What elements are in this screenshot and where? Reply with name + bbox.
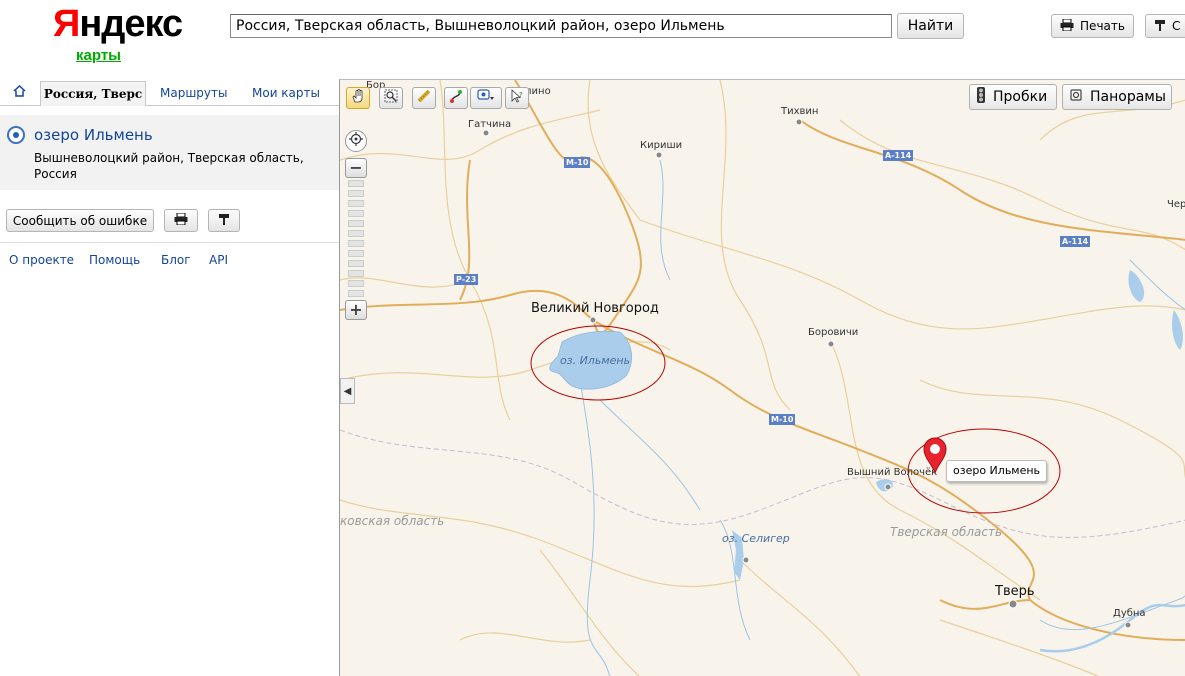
city-label-veliky-novgorod: Великий Новгород [531,301,659,316]
footer-link-help[interactable]: Помощь [89,253,140,267]
city-label-cher: Чер [1167,199,1185,210]
divider [0,242,339,243]
placemark-icon [477,89,495,107]
tab-routes[interactable]: Маршруты [160,81,228,105]
tab-home[interactable] [5,81,33,105]
city-label-tver: Тверь [995,584,1035,599]
result-address: Вышневолоцкий район, Тверская область, Р… [34,151,304,181]
link-button[interactable]: С [1145,14,1185,38]
ruler-tool-button[interactable] [412,87,436,109]
tab-my-maps[interactable]: Мои карты [252,81,320,105]
panorama-layer-button[interactable]: Панорамы [1062,84,1172,110]
cursor-question-icon: ? [510,89,524,107]
locate-button[interactable] [345,130,367,152]
road-shield-a114-west: А-114 [883,150,914,161]
city-label-borovichi: Боровичи [808,327,859,338]
print-result-button[interactable] [164,209,198,232]
add-placemark-tool-button[interactable] [470,87,502,109]
link-label: С [1172,19,1181,33]
traffic-layer-button[interactable]: Пробки [969,84,1057,110]
road-shield-m10-north: М-10 [564,157,591,168]
pushpin-icon [1154,19,1166,34]
footer-link-api[interactable]: API [209,253,228,267]
ruler-icon [417,89,431,107]
link-result-button[interactable] [208,209,240,232]
zoom-in-button[interactable]: + [345,300,367,320]
printer-icon [174,212,188,229]
magnifier-icon [384,89,398,107]
lake-label-ilmen: оз. Ильмень [560,354,631,367]
map-background [340,80,1185,676]
zoom-slider[interactable] [348,180,364,317]
traffic-light-icon [977,87,985,107]
tab-current-search[interactable]: Россия, Тверс [40,81,146,106]
map-pin-icon[interactable] [922,436,948,478]
road-shield-a114-east: А-114 [1060,236,1091,247]
region-label-tver: Тверская область [890,525,1003,539]
panorama-label: Панорамы [1090,89,1166,105]
route-icon [449,89,463,107]
logo-first-letter: Я [53,3,80,45]
maps-logo-link[interactable]: карты [76,47,121,64]
info-tool-button[interactable]: ? [505,87,529,109]
footer-link-blog[interactable]: Блог [161,253,191,267]
crosshair-icon [349,132,363,150]
search-input[interactable] [230,14,892,38]
chevron-left-icon: ◀ [343,385,352,397]
city-label-gatchina: Гатчина [468,119,512,130]
print-button[interactable]: Печать [1051,14,1134,38]
search-result[interactable]: озеро Ильмень Вышневолоцкий район, Тверс… [0,115,339,190]
camera-icon [1070,88,1082,106]
placemark-balloon[interactable]: озеро Ильмень [946,460,1048,482]
road-shield-m10-south: М-10 [769,414,796,425]
footer-link-about[interactable]: О проекте [9,253,74,267]
map-canvas[interactable]: Бор пино Гатчина Кириши Тихвин Великий Н… [339,79,1185,676]
sidebar-tabs: Россия, Тверс Маршруты Мои карты [0,81,339,106]
region-label-pskov: ковская область [340,514,445,528]
city-label-tikhvin: Тихвин [781,106,819,117]
city-label-dubna: Дубна [1113,608,1146,619]
print-label: Печать [1080,19,1125,33]
collapse-sidebar-button[interactable]: ◀ [340,378,355,404]
traffic-label: Пробки [993,89,1048,105]
route-tool-button[interactable] [444,87,468,109]
result-title[interactable]: озеро Ильмень [34,126,153,144]
pushpin-icon [218,213,230,229]
city-label-kirishi: Кириши [640,140,683,151]
home-icon [12,84,26,100]
report-error-button[interactable]: Сообщить об ошибке [6,209,154,232]
zoom-out-button[interactable]: − [345,158,367,178]
lake-label-seliger: оз. Селигер [722,532,790,545]
result-radio-icon[interactable] [7,126,25,144]
yandex-logo[interactable]: Яндекс [53,2,183,46]
printer-icon [1060,18,1074,34]
hand-icon [351,89,365,107]
road-shield-r23: Р-23 [454,274,479,285]
hand-tool-button[interactable] [346,87,370,109]
zoom-area-tool-button[interactable] [379,87,403,109]
search-button[interactable]: Найти [897,13,964,39]
logo-rest: ндекс [79,3,183,45]
svg-text:?: ? [519,91,523,99]
